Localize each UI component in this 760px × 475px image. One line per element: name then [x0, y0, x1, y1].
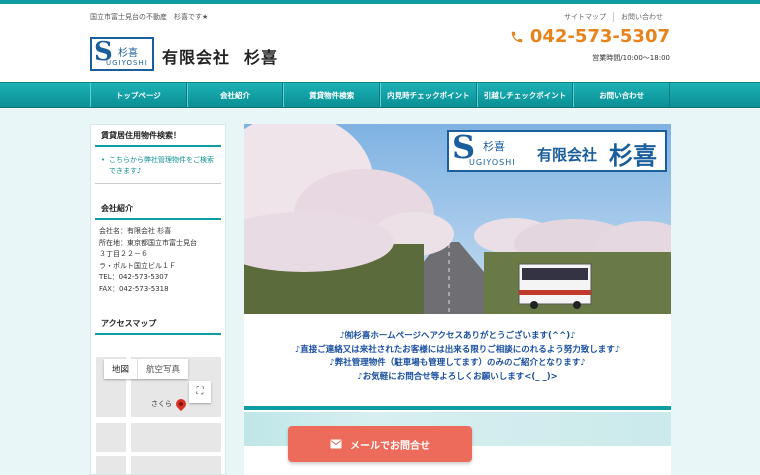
- fullscreen-icon[interactable]: ⛶: [189, 381, 211, 403]
- banner-logo-kanji: 杉喜: [483, 140, 505, 153]
- company-info-line: ラ・ポルト国立ビル１Ｆ: [99, 261, 176, 270]
- sitemap-link[interactable]: サイトマップ: [557, 12, 613, 22]
- access-map[interactable]: 地図 航空写真 ⛶ さくら: [96, 357, 221, 474]
- welcome-line: ♪直接ご連絡又は来社されたお客様には出来る限りご相談にのれるよう努力致します♪: [294, 344, 621, 355]
- contact-link[interactable]: お問い合わせ: [613, 12, 670, 22]
- map-tab-map[interactable]: 地図: [104, 359, 137, 379]
- main-nav: トップページ 会社紹介 賃貸物件検索 内見時チェックポイント 引越しチェックポイ…: [0, 82, 760, 108]
- welcome-line: ♪お気軽にお問合せ等よろしくお願いします<(_ _)>: [357, 371, 558, 382]
- site-header: 国立市富士見台の不動産 杉喜です★ S 杉喜 UGIYOSHI 有限会社 杉喜 サ…: [0, 4, 760, 82]
- logo[interactable]: S 杉喜 UGIYOSHI: [90, 37, 154, 71]
- content-area: 賃貸居住用物件検索！ こちらから弊社管理物件をご検索できます♪ 会社紹介 会社名…: [0, 108, 760, 475]
- header-links: サイトマップ お問い合わせ: [557, 12, 670, 22]
- phone-icon: [511, 31, 523, 42]
- welcome-message: ♪㈲杉喜ホームページへアクセスありがとうございます(^^)♪ ♪直接ご連絡又は来…: [244, 314, 671, 384]
- company-info-line: TEL：042-573-5307: [99, 273, 169, 281]
- map-pin-icon: [173, 396, 189, 412]
- phone-number[interactable]: 042-573-5307: [510, 26, 670, 47]
- nav-item-contact[interactable]: お問い合わせ: [573, 83, 671, 107]
- mail-button-label: メールでお問合せ: [350, 440, 430, 452]
- map-tab-satellite[interactable]: 航空写真: [137, 359, 188, 379]
- main-content: S 杉喜 UGIYOSHI 有限会社 杉喜 ♪㈲杉喜ホームページへアクセスありが…: [244, 124, 671, 475]
- banner-company-text: 有限会社: [537, 146, 598, 164]
- map-place-label: さくら: [151, 400, 172, 408]
- banner-logo-roman: UGIYOSHI: [469, 158, 516, 167]
- search-box: こちらから弊社管理物件をご検索できます♪: [95, 155, 221, 184]
- logo-kanji: 杉喜: [118, 48, 138, 59]
- nav-item-viewing-checkpoints[interactable]: 内見時チェックポイント: [380, 83, 477, 107]
- map-type-tabs: 地図 航空写真: [104, 359, 189, 379]
- nav-item-rental-search[interactable]: 賃貸物件検索: [283, 83, 381, 107]
- logo-roman: UGIYOSHI: [106, 59, 148, 67]
- company-info-line: ３丁目２２－６: [99, 250, 148, 258]
- banner-logo: S 杉喜 UGIYOSHI 有限会社 杉喜: [447, 128, 667, 172]
- company-name: 有限会社 杉喜: [162, 44, 278, 68]
- tagline: 国立市富士見台の不動産 杉喜です★: [90, 13, 209, 21]
- nav-item-company[interactable]: 会社紹介: [186, 83, 284, 107]
- company-info: 会社名：有限会社 杉喜 所在地：東京都国立市富士見台 ３丁目２２－６ ラ・ポルト…: [91, 220, 225, 295]
- sidebar: 賃貸居住用物件検索！ こちらから弊社管理物件をご検索できます♪ 会社紹介 会社名…: [90, 124, 226, 475]
- section-divider: [244, 406, 671, 410]
- welcome-line: ♪弊社管理物件（駐車場も管理してます）のみのご紹介となります♪: [329, 358, 586, 368]
- business-hours: 営業時間/10:00〜18:00: [592, 54, 670, 62]
- property-search-link[interactable]: こちらから弊社管理物件をご検索できます♪: [95, 155, 221, 177]
- search-heading: 賃貸居住用物件検索！: [95, 125, 221, 147]
- banner-image: S 杉喜 UGIYOSHI 有限会社 杉喜: [244, 124, 671, 314]
- company-info-line: 所在地：東京都国立市富士見台: [99, 238, 197, 247]
- company-name-main: 杉喜: [244, 48, 279, 67]
- access-heading: アクセスマップ: [95, 313, 221, 335]
- banner-company-big: 杉喜: [609, 141, 657, 170]
- mail-contact-button[interactable]: メールでお問合せ: [288, 426, 472, 462]
- company-info-line: FAX：042-573-5318: [99, 284, 169, 293]
- company-info-line: 会社名：有限会社 杉喜: [99, 227, 172, 235]
- welcome-line: ♪㈲杉喜ホームページへアクセスありがとうございます(^^)♪: [339, 331, 576, 341]
- phone-number-text: 042-573-5307: [529, 26, 670, 47]
- envelope-icon: [330, 439, 342, 449]
- company-heading: 会社紹介: [95, 198, 221, 220]
- company-name-prefix: 有限会社: [162, 48, 231, 67]
- nav-item-top[interactable]: トップページ: [90, 83, 187, 107]
- nav-item-moving-checkpoints[interactable]: 引越しチェックポイント: [476, 83, 574, 107]
